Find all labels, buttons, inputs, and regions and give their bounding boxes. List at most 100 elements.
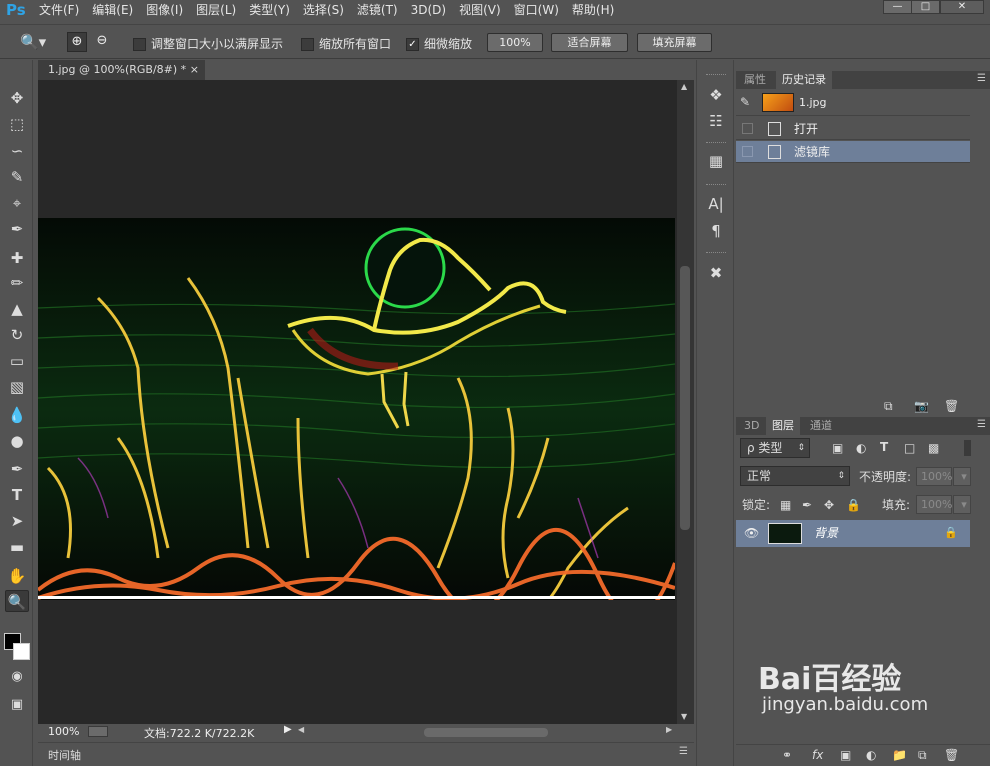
menu-item[interactable]: 3D(D) bbox=[406, 0, 451, 20]
clone-source-icon[interactable]: ▦ bbox=[705, 150, 727, 172]
layer-name[interactable]: 背景 bbox=[814, 520, 838, 547]
zoom-all-option[interactable]: 缩放所有窗口 bbox=[301, 35, 391, 52]
menu-item[interactable]: 选择(S) bbox=[298, 0, 349, 20]
dock-grip[interactable] bbox=[706, 252, 726, 255]
path-selection-tool-icon[interactable]: ➤ bbox=[5, 510, 29, 532]
dock-grip[interactable] bbox=[706, 184, 726, 187]
menu-item[interactable]: 帮助(H) bbox=[567, 0, 619, 20]
adjustment-layer-icon[interactable]: ◐ bbox=[866, 748, 876, 762]
menu-item[interactable]: 编辑(E) bbox=[87, 0, 138, 20]
tool-presets-icon[interactable]: ❖ bbox=[705, 84, 727, 106]
document-tab[interactable]: 1.jpg @ 100%(RGB/8#) * × bbox=[38, 60, 205, 80]
filter-shape-icon[interactable]: □ bbox=[904, 441, 915, 455]
tab-history[interactable]: 历史记录 bbox=[776, 71, 832, 89]
marquee-tool-icon[interactable]: ⬚ bbox=[5, 113, 29, 135]
zoom-out-icon[interactable]: ⊖ bbox=[92, 32, 112, 52]
new-document-from-state-icon[interactable]: ⧉ bbox=[884, 399, 893, 413]
menu-item[interactable]: 视图(V) bbox=[454, 0, 506, 20]
scroll-down-icon[interactable]: ▼ bbox=[681, 712, 687, 721]
fit-screen-button[interactable]: 适合屏幕 bbox=[551, 33, 628, 52]
new-group-icon[interactable]: 📁 bbox=[892, 748, 907, 762]
history-panel-menu-icon[interactable]: ☰ bbox=[977, 73, 986, 84]
filter-pixel-icon[interactable]: ▣ bbox=[832, 441, 843, 455]
screen-mode-icon[interactable]: ▣ bbox=[5, 694, 29, 716]
scroll-left-icon[interactable]: ◀ bbox=[298, 725, 304, 734]
layer-row-background[interactable]: 👁 背景 🔒 bbox=[736, 520, 970, 547]
menu-item[interactable]: 图像(I) bbox=[141, 0, 188, 20]
crop-tool-icon[interactable]: ⌖ bbox=[5, 192, 29, 214]
close-tab-icon[interactable]: × bbox=[190, 60, 199, 80]
history-source-checkbox[interactable] bbox=[742, 146, 753, 157]
scrubby-zoom-option[interactable]: ✓ 细微缩放 bbox=[406, 35, 472, 52]
filter-adjustment-icon[interactable]: ◐ bbox=[856, 441, 866, 455]
zoom-in-icon[interactable]: ⊕ bbox=[67, 32, 87, 52]
scrubby-zoom-checkbox[interactable]: ✓ bbox=[406, 38, 419, 51]
pen-tool-icon[interactable]: ✒ bbox=[5, 458, 29, 480]
fill-screen-button[interactable]: 填充屏幕 bbox=[637, 33, 712, 52]
stamp-tool-icon[interactable]: ▲ bbox=[5, 298, 29, 320]
tab-properties[interactable]: 属性 bbox=[738, 71, 772, 89]
layer-style-icon[interactable]: fx bbox=[812, 748, 823, 762]
image-canvas[interactable] bbox=[38, 218, 675, 600]
filter-smart-object-icon[interactable]: ▩ bbox=[928, 441, 939, 455]
scroll-right-icon[interactable]: ▶ bbox=[666, 725, 672, 734]
hand-tool-icon[interactable]: ✋ bbox=[5, 565, 29, 587]
tool-options-icon[interactable]: ✖ bbox=[705, 262, 727, 284]
character-panel-icon[interactable]: A| bbox=[705, 193, 727, 215]
delete-state-icon[interactable]: 🗑 bbox=[944, 399, 959, 413]
history-brush-tool-icon[interactable]: ↻ bbox=[5, 324, 29, 346]
lock-paint-icon[interactable]: ✒ bbox=[802, 498, 812, 512]
delete-layer-icon[interactable]: 🗑 bbox=[944, 748, 959, 762]
eyedropper-tool-icon[interactable]: ✒ bbox=[5, 218, 29, 240]
quick-selection-tool-icon[interactable]: ✎ bbox=[5, 166, 29, 188]
fill-input[interactable]: 100% bbox=[916, 495, 952, 514]
move-tool-icon[interactable]: ✥ bbox=[5, 87, 29, 109]
dodge-tool-icon[interactable]: ● bbox=[5, 430, 29, 452]
layers-panel-menu-icon[interactable]: ☰ bbox=[977, 419, 986, 430]
gradient-tool-icon[interactable]: ▧ bbox=[5, 376, 29, 398]
new-layer-icon[interactable]: ⧉ bbox=[918, 748, 927, 762]
maximize-button[interactable]: □ bbox=[911, 0, 940, 14]
minimize-button[interactable]: — bbox=[883, 0, 912, 14]
lock-all-icon[interactable]: 🔒 bbox=[846, 498, 861, 512]
history-step-filter-gallery[interactable]: 滤镜库 bbox=[736, 141, 970, 163]
paragraph-panel-icon[interactable]: ¶ bbox=[705, 220, 727, 242]
vertical-scrollbar[interactable]: ▲ ▼ bbox=[677, 80, 694, 724]
history-source-checkbox[interactable] bbox=[742, 123, 753, 134]
brush-tool-icon[interactable]: ✏ bbox=[5, 272, 29, 294]
blur-tool-icon[interactable]: 💧 bbox=[5, 404, 29, 426]
filter-toggle[interactable] bbox=[964, 440, 971, 456]
quick-mask-icon[interactable]: ◉ bbox=[5, 666, 29, 688]
eraser-tool-icon[interactable]: ▭ bbox=[5, 350, 29, 372]
status-info-icon[interactable] bbox=[88, 726, 108, 737]
horizontal-scroll-thumb[interactable] bbox=[424, 728, 548, 737]
layer-kind-filter[interactable]: ρ 类型 ⇕ bbox=[740, 438, 810, 458]
zoom-100-button[interactable]: 100% bbox=[487, 33, 543, 52]
add-mask-icon[interactable]: ▣ bbox=[840, 748, 851, 762]
type-tool-icon[interactable]: T bbox=[5, 484, 29, 506]
tab-3d[interactable]: 3D bbox=[738, 417, 765, 435]
healing-brush-tool-icon[interactable]: ✚ bbox=[5, 247, 29, 269]
zoom-tool-icon[interactable]: 🔍 bbox=[5, 590, 29, 612]
zoom-tool-preset-icon[interactable]: 🔍▾ bbox=[20, 33, 50, 51]
eye-visibility-icon[interactable]: 👁 bbox=[744, 526, 759, 540]
shape-tool-icon[interactable]: ▬ bbox=[5, 536, 29, 558]
zoom-all-checkbox[interactable] bbox=[301, 38, 314, 51]
menu-item[interactable]: 滤镜(T) bbox=[352, 0, 403, 20]
timeline-menu-icon[interactable]: ☰ bbox=[679, 746, 688, 757]
menu-item[interactable]: 文件(F) bbox=[34, 0, 84, 20]
menu-item[interactable]: 窗口(W) bbox=[509, 0, 564, 20]
fill-dropdown-icon[interactable]: ▾ bbox=[953, 495, 971, 514]
timeline-label[interactable]: 时间轴 bbox=[48, 747, 81, 763]
background-color-swatch[interactable] bbox=[13, 643, 30, 660]
lock-position-icon[interactable]: ✥ bbox=[824, 498, 834, 512]
menu-item[interactable]: 图层(L) bbox=[191, 0, 241, 20]
opacity-input[interactable]: 100% bbox=[916, 467, 952, 486]
status-menu-arrow-icon[interactable]: ▶ bbox=[284, 724, 292, 735]
link-layers-icon[interactable]: ⚭ bbox=[782, 748, 792, 762]
adjustments-icon[interactable]: ☷ bbox=[705, 110, 727, 132]
tab-channels[interactable]: 通道 bbox=[804, 417, 838, 435]
zoom-level[interactable]: 100% bbox=[48, 725, 79, 738]
history-snapshot[interactable]: ✎ 1.jpg bbox=[736, 90, 970, 116]
tab-layers[interactable]: 图层 bbox=[766, 417, 800, 435]
